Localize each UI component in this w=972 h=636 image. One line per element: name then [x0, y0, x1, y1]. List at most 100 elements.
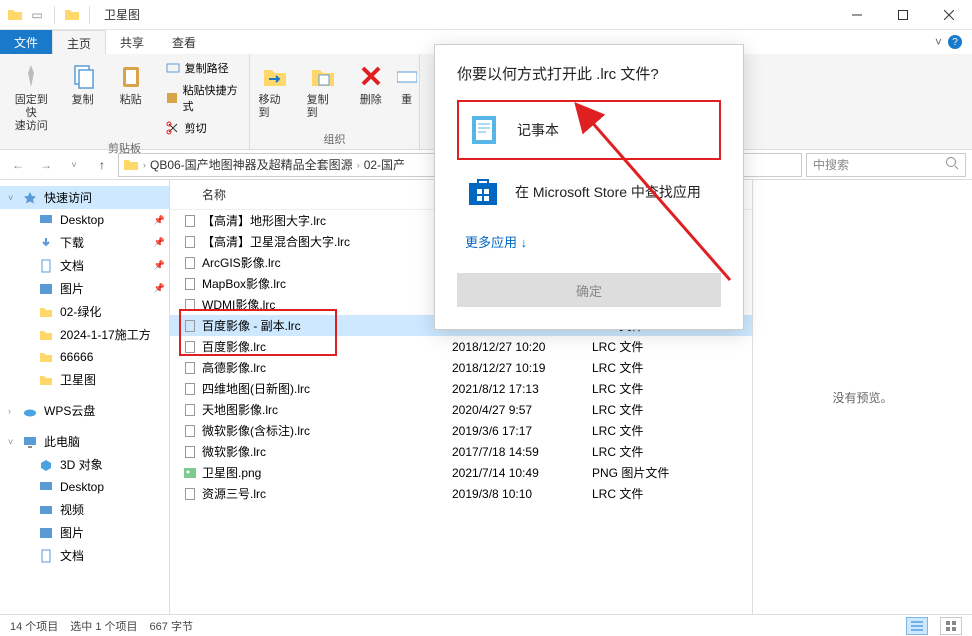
- tab-share[interactable]: 共享: [106, 30, 158, 54]
- nav-pictures[interactable]: 图片📌: [0, 277, 169, 300]
- selected-size: 667 字节: [150, 618, 193, 634]
- search-icon: [945, 156, 959, 173]
- help-icon[interactable]: ?: [948, 35, 962, 49]
- paste-shortcut-button[interactable]: 粘贴快捷方式: [161, 80, 243, 116]
- nav-f02[interactable]: 02-绿化: [0, 300, 169, 323]
- notepad-icon: [467, 112, 503, 148]
- nav-downloads[interactable]: 下载📌: [0, 231, 169, 254]
- file-date: 2018/12/27 10:20: [452, 340, 592, 354]
- image-icon: [182, 465, 198, 481]
- dialog-title: 你要以何方式打开此 .lrc 文件?: [457, 63, 721, 84]
- open-with-dialog: 你要以何方式打开此 .lrc 文件? 记事本 在 Microsoft Store…: [434, 44, 744, 330]
- copy-path-button[interactable]: 复制路径: [161, 58, 243, 78]
- file-name: 微软影像(含标注).lrc: [202, 422, 452, 439]
- app-option-msstore[interactable]: 在 Microsoft Store 中查找应用: [457, 164, 721, 220]
- file-type: LRC 文件: [592, 380, 712, 397]
- tab-file[interactable]: 文件: [0, 30, 52, 54]
- file-row[interactable]: 卫星图.png2021/7/14 10:49PNG 图片文件: [170, 462, 752, 483]
- maximize-button[interactable]: [880, 0, 926, 30]
- forward-button[interactable]: →: [34, 153, 58, 177]
- delete-icon: [355, 60, 387, 92]
- nav-3d[interactable]: 3D 对象: [0, 453, 169, 476]
- file-type: LRC 文件: [592, 359, 712, 376]
- nav-this-pc[interactable]: ˅此电脑: [0, 430, 169, 453]
- nav-fsat[interactable]: 卫星图: [0, 368, 169, 391]
- nav-pc-desktop[interactable]: Desktop: [0, 476, 169, 498]
- nav-pc-pics[interactable]: 图片: [0, 521, 169, 544]
- file-type: PNG 图片文件: [592, 464, 712, 481]
- file-icon: [182, 255, 198, 271]
- nav-f66666[interactable]: 66666: [0, 346, 169, 368]
- nav-desktop[interactable]: Desktop📌: [0, 209, 169, 231]
- file-icon: [182, 486, 198, 502]
- file-row[interactable]: 百度影像.lrc2018/12/27 10:20LRC 文件: [170, 336, 752, 357]
- paste-button[interactable]: 粘贴: [109, 58, 153, 109]
- file-name: 资源三号.lrc: [202, 485, 452, 502]
- file-name: MapBox影像.lrc: [202, 275, 452, 292]
- nav-pc-docs[interactable]: 文档: [0, 544, 169, 567]
- qat-folder-icon[interactable]: [63, 6, 81, 24]
- qat-props-icon[interactable]: ▭: [28, 6, 46, 24]
- file-date: 2020/4/27 9:57: [452, 403, 592, 417]
- file-name: 四维地图(日新图).lrc: [202, 380, 452, 397]
- nav-quick-access[interactable]: ˅ 快速访问: [0, 186, 169, 209]
- recent-dropdown[interactable]: ˅: [62, 153, 86, 177]
- file-icon: [182, 213, 198, 229]
- item-count: 14 个项目: [10, 618, 58, 634]
- nav-f2024[interactable]: 2024-1-17施工方: [0, 323, 169, 346]
- file-icon: [182, 360, 198, 376]
- app-option-notepad[interactable]: 记事本: [457, 100, 721, 160]
- more-apps-link[interactable]: 更多应用 ↓: [457, 224, 535, 259]
- file-name: 天地图影像.lrc: [202, 401, 452, 418]
- close-button[interactable]: [926, 0, 972, 30]
- file-row[interactable]: 微软影像.lrc2017/7/18 14:59LRC 文件: [170, 441, 752, 462]
- up-button[interactable]: ↑: [90, 153, 114, 177]
- details-view-button[interactable]: [906, 617, 928, 635]
- file-row[interactable]: 四维地图(日新图).lrc2021/8/12 17:13LRC 文件: [170, 378, 752, 399]
- file-icon: [182, 423, 198, 439]
- file-name: ArcGIS影像.lrc: [202, 254, 452, 271]
- delete-button[interactable]: 删除: [349, 58, 393, 109]
- title-bar: ▭ 卫星图: [0, 0, 972, 30]
- file-date: 2019/3/8 10:10: [452, 487, 592, 501]
- file-name: 高德影像.lrc: [202, 359, 452, 376]
- selected-count: 选中 1 个项目: [70, 618, 137, 634]
- file-date: 2018/12/27 10:19: [452, 361, 592, 375]
- tab-view[interactable]: 查看: [158, 30, 210, 54]
- status-bar: 14 个项目 选中 1 个项目 667 字节: [0, 614, 972, 636]
- folder-icon: [6, 6, 24, 24]
- nav-video[interactable]: 视频: [0, 498, 169, 521]
- file-type: LRC 文件: [592, 443, 712, 460]
- preview-pane: 没有预览。: [752, 180, 972, 614]
- file-row[interactable]: 资源三号.lrc2019/3/8 10:10LRC 文件: [170, 483, 752, 504]
- cut-button[interactable]: 剪切: [161, 118, 243, 138]
- search-input[interactable]: 中搜索: [806, 153, 966, 177]
- file-name: 【高清】地形图大字.lrc: [202, 212, 452, 229]
- nav-documents[interactable]: 文档📌: [0, 254, 169, 277]
- file-name: 百度影像 - 副本.lrc: [202, 317, 452, 334]
- ok-button[interactable]: 确定: [457, 273, 721, 307]
- icons-view-button[interactable]: [940, 617, 962, 635]
- file-icon: [182, 444, 198, 460]
- file-type: LRC 文件: [592, 338, 712, 355]
- file-row[interactable]: 高德影像.lrc2018/12/27 10:19LRC 文件: [170, 357, 752, 378]
- rename-button[interactable]: 重: [397, 58, 417, 109]
- file-icon: [182, 276, 198, 292]
- file-row[interactable]: 天地图影像.lrc2020/4/27 9:57LRC 文件: [170, 399, 752, 420]
- file-row[interactable]: 微软影像(含标注).lrc2019/3/6 17:17LRC 文件: [170, 420, 752, 441]
- pc-icon: [22, 434, 38, 450]
- file-date: 2021/8/12 17:13: [452, 382, 592, 396]
- tab-home[interactable]: 主页: [52, 30, 106, 54]
- move-to-button[interactable]: 移动到: [253, 58, 297, 122]
- minimize-button[interactable]: [834, 0, 880, 30]
- ribbon-collapse-icon[interactable]: ˅: [935, 35, 942, 49]
- copy-button[interactable]: 复制: [61, 58, 105, 109]
- back-button[interactable]: ←: [6, 153, 30, 177]
- pin-quickaccess-button[interactable]: 固定到快 速访问: [6, 58, 57, 136]
- file-date: 2021/7/14 10:49: [452, 466, 592, 480]
- copy-to-button[interactable]: 复制到: [301, 58, 345, 122]
- file-icon: [182, 318, 198, 334]
- file-icon: [182, 339, 198, 355]
- nav-wps[interactable]: ›WPS云盘: [0, 399, 169, 422]
- file-type: LRC 文件: [592, 485, 712, 502]
